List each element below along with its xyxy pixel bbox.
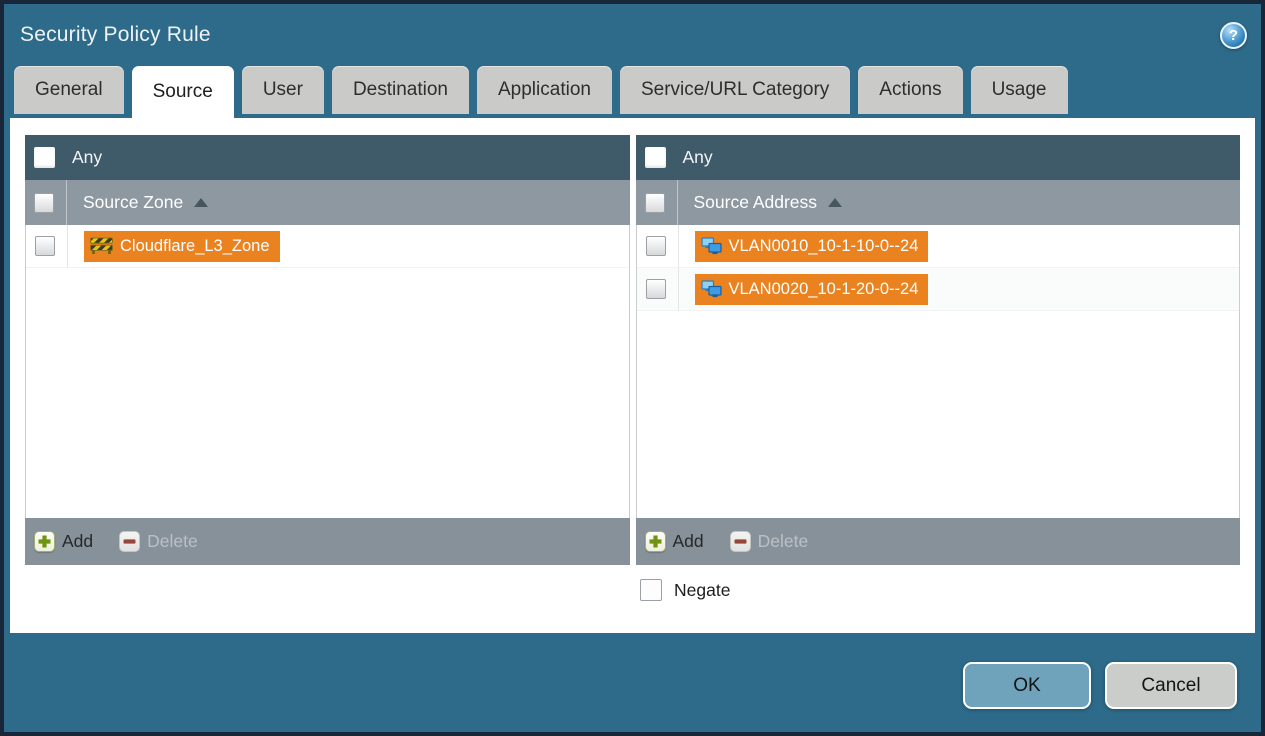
tab-user[interactable]: User [241, 66, 324, 114]
negate-row: Negate [640, 579, 1240, 601]
row-checkbox[interactable] [645, 279, 666, 299]
sort-ascending-icon [194, 198, 209, 207]
source-address-any-label: Any [682, 147, 713, 167]
plus-icon [644, 531, 666, 552]
tab-service-url-category[interactable]: Service/URL Category [619, 66, 851, 114]
address-icon [700, 280, 722, 298]
zone-entry-label: Cloudflare_L3_Zone [120, 236, 270, 255]
titlebar: Security Policy Rule ? [4, 4, 1261, 66]
row-checkbox[interactable] [35, 236, 55, 256]
delete-address-button[interactable]: Delete [729, 531, 809, 552]
cancel-button[interactable]: Cancel [1105, 662, 1237, 709]
zone-icon [90, 237, 113, 254]
tab-bar: General Source User Destination Applicat… [4, 66, 1261, 118]
source-address-any-checkbox[interactable] [644, 147, 666, 168]
minus-icon [119, 531, 141, 552]
address-entry-chip[interactable]: VLAN0010_10-1-10-0--24 [694, 230, 929, 262]
address-entry-chip[interactable]: VLAN0020_10-1-20-0--24 [694, 273, 929, 305]
zone-entry-chip[interactable]: Cloudflare_L3_Zone [84, 230, 280, 262]
tab-source[interactable]: Source [131, 66, 234, 118]
source-zone-footer: Add Delete [25, 518, 630, 565]
negate-label: Negate [674, 579, 731, 600]
source-address-any-row: Any [635, 135, 1240, 180]
source-zone-any-checkbox[interactable] [34, 147, 55, 168]
help-icon[interactable]: ? [1220, 21, 1247, 49]
source-zone-select-all-checkbox[interactable] [34, 192, 54, 213]
source-zone-panel: Any Source Zone Cloudflare_L3_Zone Add D… [25, 135, 630, 565]
source-address-footer: Add Delete [635, 518, 1240, 565]
source-address-column-label[interactable]: Source Address [694, 192, 818, 213]
source-zone-column-label[interactable]: Source Zone [83, 192, 183, 213]
source-address-panel: Any Source Address VLAN0010_10-1-10-0--2… [635, 135, 1240, 565]
address-entry-label: VLAN0020_10-1-20-0--24 [728, 279, 919, 298]
source-zone-any-label: Any [72, 147, 103, 167]
list-item[interactable]: VLAN0020_10-1-20-0--24 [636, 268, 1239, 311]
tab-application[interactable]: Application [477, 66, 612, 114]
dialog-title: Security Policy Rule [20, 23, 211, 46]
add-label: Add [62, 531, 94, 551]
source-address-column-header: Source Address [635, 180, 1240, 225]
source-tab-content: Any Source Zone Cloudflare_L3_Zone Add D… [10, 118, 1255, 633]
source-zone-list: Cloudflare_L3_Zone [25, 225, 630, 518]
address-icon [700, 237, 722, 255]
source-address-list: VLAN0010_10-1-10-0--24 VLAN0020_10-1-20-… [635, 225, 1240, 518]
add-label: Add [672, 531, 704, 551]
dialog-button-bar: OK Cancel [4, 633, 1261, 732]
tab-actions[interactable]: Actions [858, 66, 963, 114]
row-checkbox[interactable] [645, 236, 666, 256]
sort-ascending-icon [828, 198, 843, 207]
source-zone-column-header: Source Zone [25, 180, 630, 225]
tab-destination[interactable]: Destination [331, 66, 469, 114]
delete-label: Delete [147, 531, 198, 551]
ok-button[interactable]: OK [963, 662, 1091, 709]
security-policy-rule-dialog: Security Policy Rule ? General Source Us… [0, 0, 1265, 736]
address-entry-label: VLAN0010_10-1-10-0--24 [728, 236, 919, 255]
list-item[interactable]: VLAN0010_10-1-10-0--24 [636, 225, 1239, 268]
delete-zone-button[interactable]: Delete [119, 531, 198, 552]
minus-icon [729, 531, 751, 552]
tab-general[interactable]: General [14, 66, 124, 114]
source-address-select-all-checkbox[interactable] [644, 192, 665, 213]
delete-label: Delete [757, 531, 809, 551]
source-zone-any-row: Any [25, 135, 630, 180]
negate-checkbox[interactable] [640, 579, 662, 601]
add-zone-button[interactable]: Add [34, 531, 93, 552]
tab-usage[interactable]: Usage [970, 66, 1068, 114]
list-item[interactable]: Cloudflare_L3_Zone [26, 225, 629, 268]
plus-icon [34, 531, 55, 552]
add-address-button[interactable]: Add [644, 531, 704, 552]
